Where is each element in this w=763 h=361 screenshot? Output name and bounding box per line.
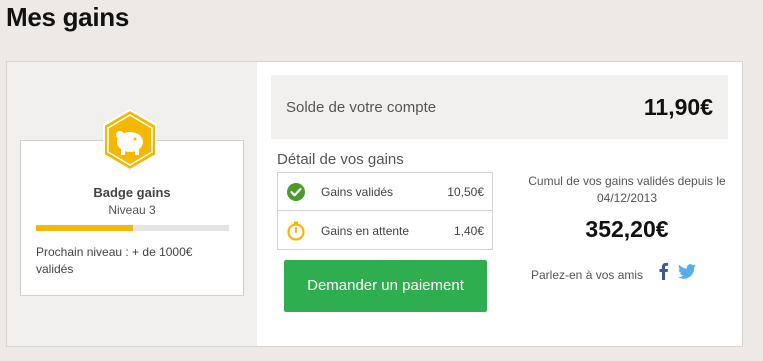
share-text: Parlez-en à vos amis [531, 268, 644, 282]
details-title: Détail de vos gains [277, 151, 404, 168]
detail-value: 1,40€ [453, 224, 484, 238]
facebook-icon[interactable] [657, 262, 669, 280]
page-title: Mes gains [6, 2, 130, 32]
cumul-label: Cumul de vos gains validés depuis le 04/… [528, 174, 726, 205]
detail-label: Gains validés [321, 185, 394, 199]
detail-row-pending: Gains en attente 1,40€ [278, 212, 492, 250]
detail-row-validated: Gains validés 10,50€ [278, 173, 492, 211]
earnings-card: Badge gains Niveau 3 Prochain niveau : +… [6, 61, 743, 347]
detail-label: Gains en attente [321, 224, 410, 238]
check-circle-icon [287, 183, 305, 201]
request-payment-button[interactable]: Demander un paiement [284, 260, 487, 312]
badge-title: Badge gains [93, 185, 171, 200]
badge-progress-bar [36, 225, 229, 231]
detail-value: 10,50€ [447, 185, 484, 199]
twitter-icon[interactable] [678, 264, 696, 279]
balance-amount: 11,90€ [643, 94, 713, 120]
badge-level: Niveau 3 [108, 203, 156, 217]
balance-bar: Solde de votre compte 11,90€ [271, 75, 728, 139]
cumul-amount: 352,20€ [585, 216, 669, 242]
badge-panel: Badge gains Niveau 3 Prochain niveau : +… [7, 62, 257, 346]
details-table: Gains validés 10,50€ Gains en attente 1,… [277, 172, 493, 250]
badge-progress-fill [36, 225, 133, 231]
next-level-text: Prochain niveau : + de 1000€ validés [36, 245, 193, 276]
piggy-bank-badge-icon [103, 109, 157, 171]
balance-label: Solde de votre compte [286, 99, 437, 116]
stopwatch-icon [287, 221, 305, 241]
